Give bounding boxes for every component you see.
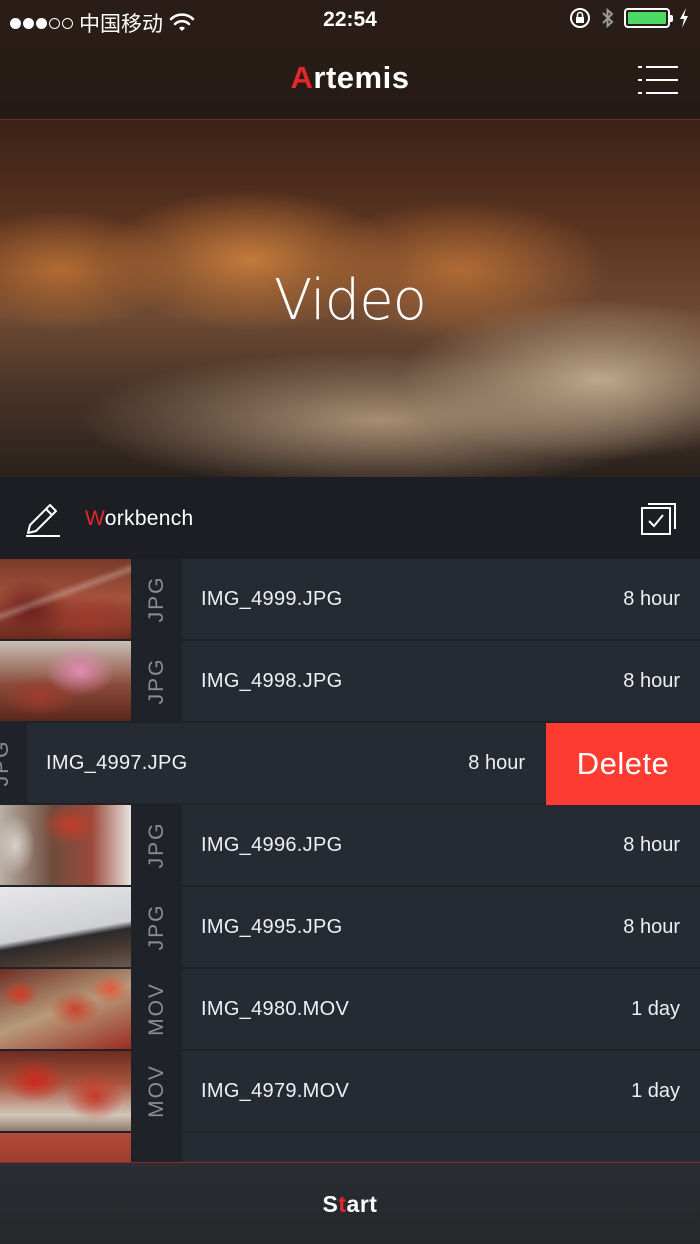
file-type-tag: JPG bbox=[131, 559, 182, 639]
list-item[interactable]: MOV IMG_4980.MOV 1 day bbox=[0, 969, 700, 1051]
start-label-accent: t bbox=[338, 1191, 347, 1217]
file-type-label: JPG bbox=[144, 821, 168, 869]
list-item[interactable]: JPG IMG_4999.JPG 8 hour bbox=[0, 559, 700, 641]
file-type-label: JPG bbox=[144, 903, 168, 951]
bluetooth-icon bbox=[602, 7, 614, 29]
file-list[interactable]: JPG IMG_4999.JPG 8 hour JPG IMG_4998.JPG… bbox=[0, 559, 700, 1162]
file-type-tag: JPG bbox=[131, 805, 182, 885]
file-time: 8 hour bbox=[623, 670, 680, 692]
file-time: 8 hour bbox=[623, 588, 680, 610]
file-name: IMG_4999.JPG bbox=[201, 588, 343, 610]
file-time: 1 day bbox=[631, 1080, 680, 1102]
file-type-label: MOV bbox=[144, 982, 168, 1036]
file-name: IMG_4995.JPG bbox=[201, 916, 343, 938]
file-type-label: JPG bbox=[0, 739, 13, 787]
file-name: IMG_4997.JPG bbox=[46, 752, 188, 774]
file-name: IMG_4998.JPG bbox=[201, 670, 343, 692]
file-type-tag: JPG bbox=[131, 887, 182, 967]
file-type-tag: V bbox=[131, 1133, 182, 1162]
status-right bbox=[568, 6, 690, 30]
multi-select-icon[interactable] bbox=[640, 499, 678, 537]
file-time: 1 day bbox=[631, 998, 680, 1020]
start-label-c: art bbox=[346, 1191, 378, 1217]
file-type-tag: MOV bbox=[131, 969, 182, 1049]
list-item[interactable]: MOV IMG_4979.MOV 1 day bbox=[0, 1051, 700, 1133]
charging-icon bbox=[680, 8, 688, 28]
workbench-label-rest: orkbench bbox=[104, 507, 194, 530]
battery-fill bbox=[628, 12, 666, 24]
thumbnail bbox=[0, 1133, 131, 1162]
app-screen: 中国移动 22:54 Artemis Video Workbench JPG I… bbox=[0, 0, 700, 1244]
start-label-a: S bbox=[322, 1191, 339, 1217]
thumbnail bbox=[0, 559, 131, 639]
list-item[interactable]: V bbox=[0, 1133, 700, 1162]
file-type-label: MOV bbox=[144, 1064, 168, 1118]
file-type-label: JPG bbox=[144, 575, 168, 623]
rotation-lock-icon bbox=[570, 8, 590, 28]
thumbnail bbox=[0, 969, 131, 1049]
nav-bar: Artemis bbox=[0, 40, 700, 120]
file-type-tag: MOV bbox=[131, 1051, 182, 1131]
hamburger-menu-button[interactable] bbox=[638, 64, 678, 96]
hero-title: Video bbox=[274, 268, 427, 333]
battery-icon bbox=[624, 8, 673, 28]
app-title-rest: rtemis bbox=[313, 60, 410, 95]
start-button[interactable]: Start bbox=[0, 1191, 700, 1218]
list-item[interactable]: JPG IMG_4996.JPG 8 hour bbox=[0, 805, 700, 887]
app-title-initial: A bbox=[290, 60, 314, 95]
status-bar: 中国移动 22:54 bbox=[0, 0, 700, 40]
file-name: IMG_4979.MOV bbox=[201, 1080, 350, 1102]
list-item[interactable]: JPG IMG_4995.JPG 8 hour bbox=[0, 887, 700, 969]
file-time: 8 hour bbox=[623, 834, 680, 856]
file-time: 8 hour bbox=[468, 752, 525, 774]
workbench-label-initial: W bbox=[85, 507, 105, 530]
delete-button[interactable]: Delete bbox=[546, 723, 700, 805]
file-type-label: JPG bbox=[144, 657, 168, 705]
thumbnail bbox=[0, 641, 131, 721]
file-name: IMG_4996.JPG bbox=[201, 834, 343, 856]
file-type-tag: JPG bbox=[131, 641, 182, 721]
workbench-header: Workbench bbox=[0, 477, 700, 559]
workbench-label: Workbench bbox=[85, 507, 194, 531]
file-type-tag: JPG bbox=[0, 723, 27, 803]
thumbnail bbox=[0, 887, 131, 967]
thumbnail bbox=[0, 805, 131, 885]
list-item[interactable]: JPG IMG_4998.JPG 8 hour bbox=[0, 641, 700, 723]
bottom-bar: Start bbox=[0, 1162, 700, 1244]
thumbnail bbox=[0, 1051, 131, 1131]
hero-banner: Video bbox=[0, 120, 700, 477]
file-time: 8 hour bbox=[623, 916, 680, 938]
pencil-icon[interactable] bbox=[22, 499, 62, 539]
file-name: IMG_4980.MOV bbox=[201, 998, 350, 1020]
list-item-swiped[interactable]: JPG IMG_4997.JPG 8 hour Delete bbox=[0, 723, 700, 805]
app-title: Artemis bbox=[0, 60, 700, 96]
